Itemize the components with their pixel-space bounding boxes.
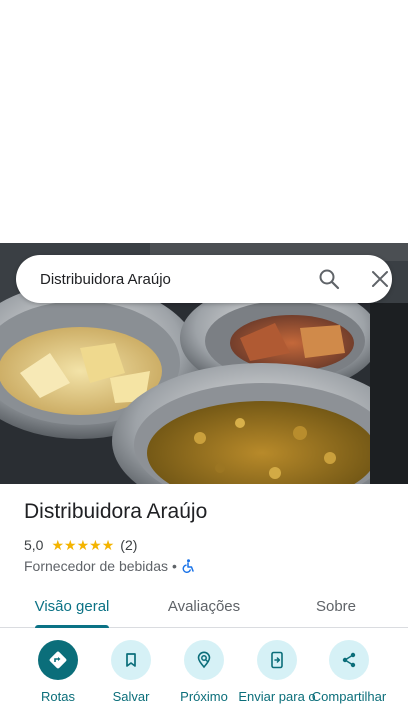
- send-to-phone-button[interactable]: Enviar para o: [237, 640, 317, 704]
- star-rating: ★ ★ ★ ★ ★: [51, 538, 114, 552]
- place-tabs: Visão geral Avaliações Sobre: [0, 584, 408, 628]
- tab-reviews[interactable]: Avaliações: [156, 584, 252, 628]
- search-input[interactable]: Distribuidora Araújo: [40, 271, 171, 288]
- share-label: Compartilhar: [311, 689, 387, 704]
- wheelchair-icon: [181, 559, 195, 573]
- close-icon[interactable]: [370, 269, 390, 289]
- share-icon[interactable]: [329, 640, 369, 680]
- category-row: Fornecedor de bebidas •: [24, 557, 195, 575]
- action-buttons: Rotas Salvar Próximo Enviar para o Compa…: [0, 640, 408, 726]
- place-category: Fornecedor de bebidas: [24, 558, 168, 574]
- nearby-icon[interactable]: [184, 640, 224, 680]
- tab-about[interactable]: Sobre: [288, 584, 384, 628]
- place-title: Distribuidora Araújo: [24, 500, 208, 523]
- send-to-phone-label: Enviar para o: [238, 689, 316, 704]
- share-button[interactable]: Compartilhar: [309, 640, 389, 704]
- bookmark-icon[interactable]: [111, 640, 151, 680]
- save-label: Salvar: [112, 689, 150, 704]
- star-icon: ★: [101, 537, 115, 553]
- search-bar[interactable]: Distribuidora Araújo: [16, 255, 392, 303]
- directions-icon[interactable]: [38, 640, 78, 680]
- star-icon: ★: [64, 537, 77, 553]
- rating-row[interactable]: 5,0 ★ ★ ★ ★ ★ (2): [24, 536, 137, 554]
- active-tab-indicator: [35, 625, 109, 628]
- tab-overview[interactable]: Visão geral: [24, 584, 120, 628]
- send-to-phone-icon[interactable]: [257, 640, 297, 680]
- search-icon[interactable]: [318, 268, 340, 290]
- star-icon: ★: [76, 537, 90, 553]
- nearby-button[interactable]: Próximo: [164, 640, 244, 704]
- rating-value: 5,0: [24, 537, 44, 553]
- review-count[interactable]: (2): [120, 537, 137, 553]
- star-icon: ★: [89, 537, 102, 553]
- map-area[interactable]: [0, 0, 408, 243]
- separator-dot: •: [172, 558, 177, 574]
- directions-button[interactable]: Rotas: [18, 640, 98, 704]
- save-button[interactable]: Salvar: [91, 640, 171, 704]
- star-icon: ★: [51, 537, 65, 553]
- directions-label: Rotas: [41, 689, 75, 704]
- nearby-label: Próximo: [180, 689, 228, 704]
